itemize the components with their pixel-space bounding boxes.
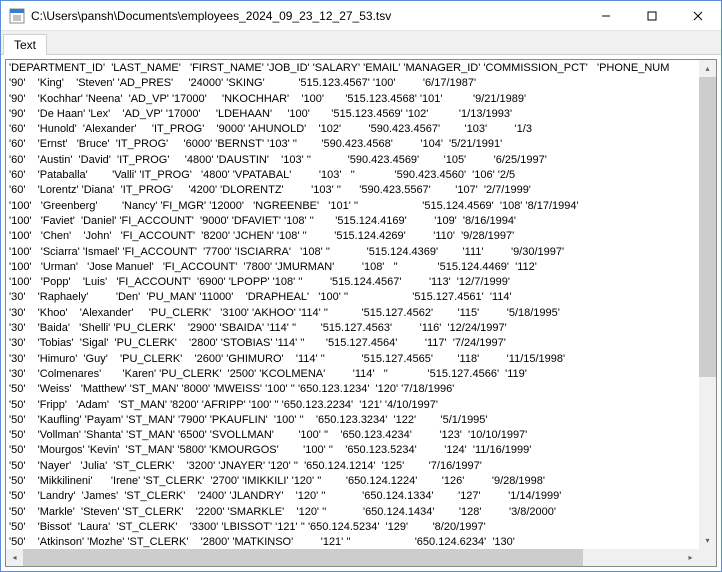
content-area: 'DEPARTMENT_ID' 'LAST_NAME' 'FIRST_NAME'… xyxy=(1,55,721,571)
window-controls xyxy=(583,1,721,31)
vertical-scrollbar[interactable]: ▴ ▾ xyxy=(699,60,716,549)
tab-text[interactable]: Text xyxy=(3,34,47,55)
hscroll-thumb[interactable] xyxy=(23,549,583,566)
minimize-button[interactable] xyxy=(583,1,629,31)
app-icon xyxy=(9,8,25,24)
window-frame: C:\Users\pansh\Documents\employees_2024_… xyxy=(0,0,722,572)
scroll-right-button[interactable]: ▸ xyxy=(682,549,699,566)
horizontal-scrollbar[interactable]: ◂ ▸ xyxy=(6,549,699,566)
vscroll-thumb[interactable] xyxy=(699,77,716,377)
tab-bar: Text xyxy=(1,31,721,55)
scroll-up-button[interactable]: ▴ xyxy=(699,60,716,77)
maximize-button[interactable] xyxy=(629,1,675,31)
hscroll-track[interactable] xyxy=(23,549,682,566)
titlebar[interactable]: C:\Users\pansh\Documents\employees_2024_… xyxy=(1,1,721,31)
text-body[interactable]: 'DEPARTMENT_ID' 'LAST_NAME' 'FIRST_NAME'… xyxy=(6,60,699,549)
scroll-corner xyxy=(699,549,716,566)
vscroll-track[interactable] xyxy=(699,77,716,532)
text-panel: 'DEPARTMENT_ID' 'LAST_NAME' 'FIRST_NAME'… xyxy=(5,59,717,567)
window-title: C:\Users\pansh\Documents\employees_2024_… xyxy=(31,9,583,23)
close-button[interactable] xyxy=(675,1,721,31)
scroll-left-button[interactable]: ◂ xyxy=(6,549,23,566)
scroll-down-button[interactable]: ▾ xyxy=(699,532,716,549)
